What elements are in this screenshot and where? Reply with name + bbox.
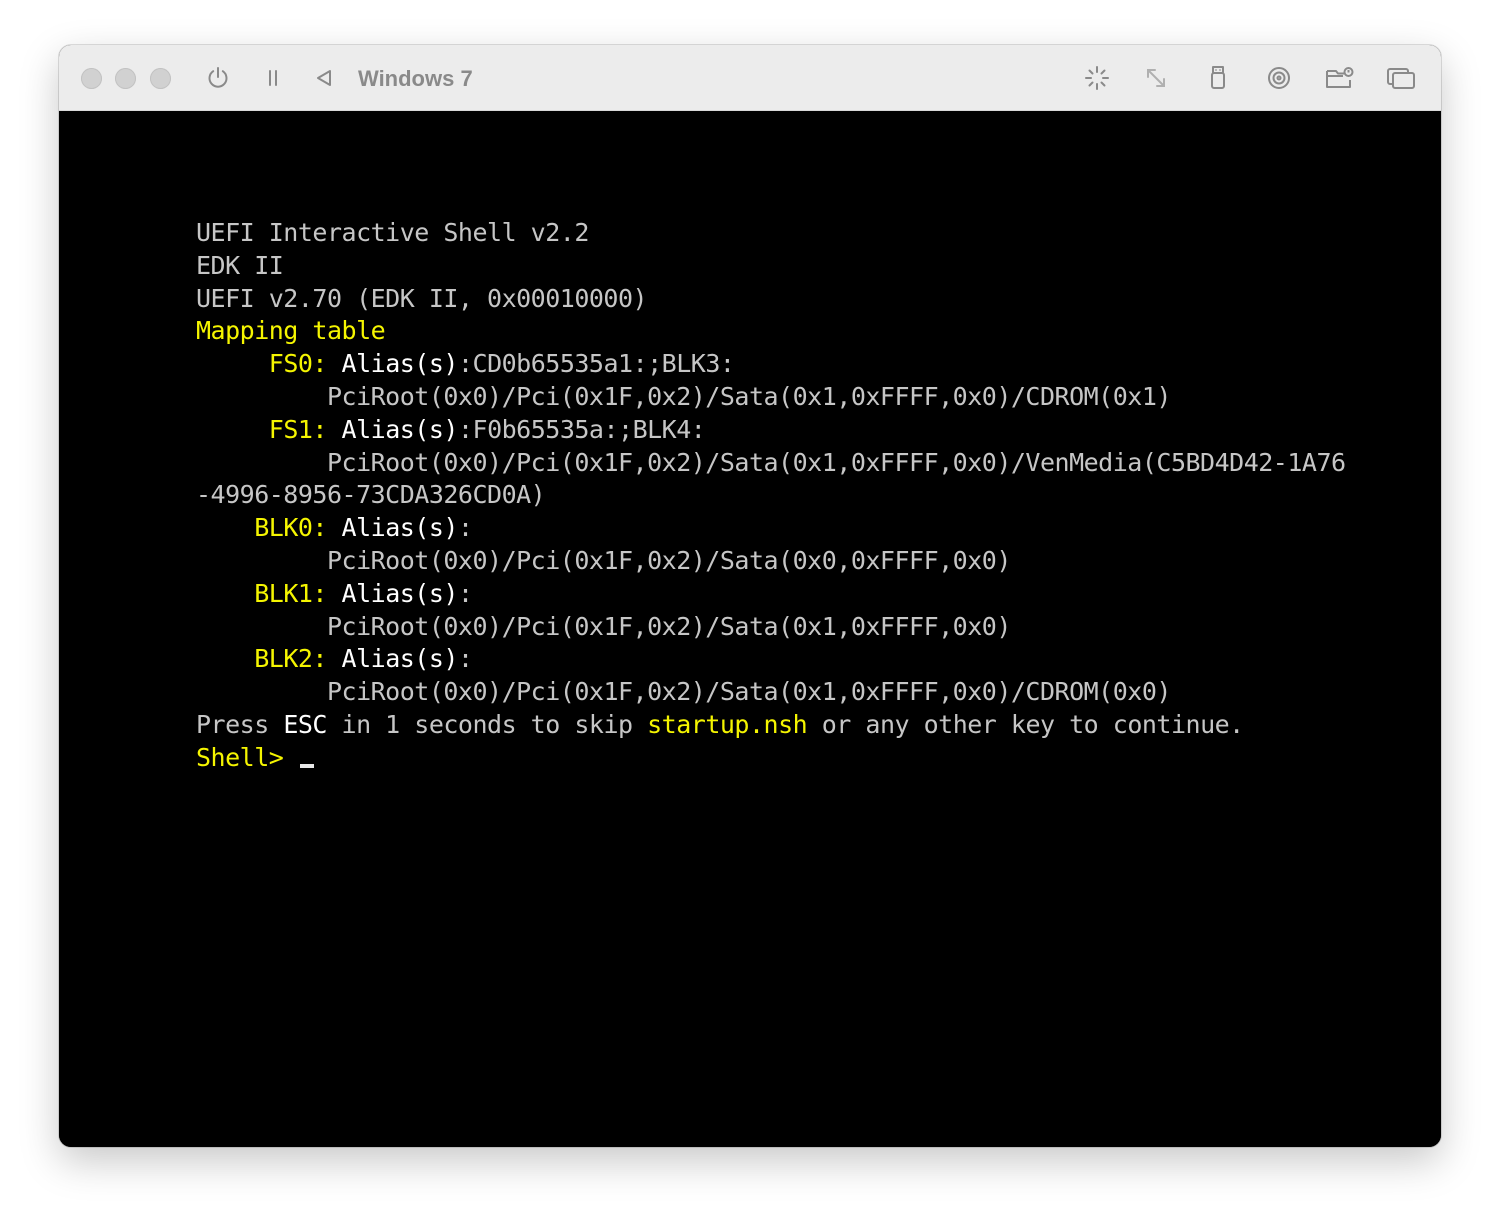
back-icon — [313, 67, 335, 89]
brightness-icon — [1083, 64, 1111, 92]
header-line-1: UEFI Interactive Shell v2.2 — [196, 218, 589, 247]
entry-alias-value: : — [457, 513, 473, 543]
header-line-2: EDK II — [196, 250, 284, 280]
title-bar: Windows 7 — [59, 45, 1441, 111]
entry-path: PciRoot(0x0)/Pci(0x1F,0x2)/Sata(0x1,0xFF… — [326, 447, 1346, 477]
text-cursor[interactable] — [299, 763, 314, 768]
entry-alias-label: Alias(s) — [341, 414, 459, 444]
cd-button[interactable] — [1264, 63, 1294, 93]
brightness-button[interactable] — [1082, 63, 1112, 93]
resize-icon — [1143, 65, 1169, 91]
entry-name: BLK0: — [254, 513, 327, 543]
power-button[interactable] — [203, 63, 233, 93]
entry-path: PciRoot(0x0)/Pci(0x1F,0x2)/Sata(0x1,0xFF… — [326, 381, 1171, 411]
entry-alias-label: Alias(s) — [341, 644, 459, 674]
entry-alias-label: Alias(s) — [341, 349, 459, 379]
entry-name: BLK1: — [254, 578, 327, 608]
vm-screen[interactable]: UEFI Interactive Shell v2.2 EDK II UEFI … — [59, 111, 1441, 1147]
windows-button[interactable] — [1386, 63, 1416, 93]
power-icon — [205, 65, 231, 91]
pause-icon — [262, 67, 284, 89]
entry-alias-value: : — [457, 644, 473, 674]
entry-path: PciRoot(0x0)/Pci(0x1F,0x2)/Sata(0x1,0xFF… — [326, 677, 1171, 707]
minimize-window-button[interactable] — [115, 68, 136, 89]
mapping-table-title: Mapping table — [196, 316, 386, 346]
entry-path: PciRoot(0x0)/Pci(0x1F,0x2)/Sata(0x0,0xFF… — [326, 545, 1011, 575]
entry-alias-label: Alias(s) — [341, 513, 459, 543]
startup-script-name: startup.nsh — [647, 709, 808, 739]
back-button[interactable] — [309, 63, 339, 93]
windows-icon — [1385, 64, 1417, 92]
usb-icon — [1206, 64, 1230, 92]
entry-alias-value: :CD0b65535a1:;BLK3: — [457, 349, 735, 379]
resize-button[interactable] — [1141, 63, 1171, 93]
vm-window: Windows 7 UEFI Interactive Shell v2.2 ED… — [59, 45, 1441, 1147]
header-line-3: UEFI v2.70 (EDK II, 0x00010000) — [196, 283, 648, 313]
cd-icon — [1265, 64, 1293, 92]
entry-alias-label: Alias(s) — [341, 578, 459, 608]
usb-button[interactable] — [1203, 63, 1233, 93]
pause-button[interactable] — [258, 63, 288, 93]
press-text-3: or any other key to continue. — [807, 709, 1244, 739]
close-window-button[interactable] — [81, 68, 102, 89]
zoom-window-button[interactable] — [150, 68, 171, 89]
shared-folder-icon — [1324, 64, 1356, 92]
entry-path-continued: -4996-8956-73CDA326CD0A) — [196, 480, 546, 510]
entry-alias-value: : — [457, 578, 473, 608]
shared-folder-button[interactable] — [1325, 63, 1355, 93]
entry-name: FS1: — [268, 414, 328, 444]
entry-name: FS0: — [268, 349, 328, 379]
entry-path: PciRoot(0x0)/Pci(0x1F,0x2)/Sata(0x1,0xFF… — [326, 611, 1011, 641]
window-title: Windows 7 — [358, 66, 473, 91]
esc-key-label: ESC — [283, 709, 327, 739]
shell-prompt: Shell> — [196, 742, 298, 772]
entry-name: BLK2: — [254, 644, 327, 674]
press-text-1: Press — [196, 709, 284, 739]
press-text-2: in 1 seconds to skip — [326, 709, 648, 739]
entry-alias-value: :F0b65535a:;BLK4: — [457, 414, 706, 444]
terminal-output: UEFI Interactive Shell v2.2 EDK II UEFI … — [196, 217, 1346, 775]
